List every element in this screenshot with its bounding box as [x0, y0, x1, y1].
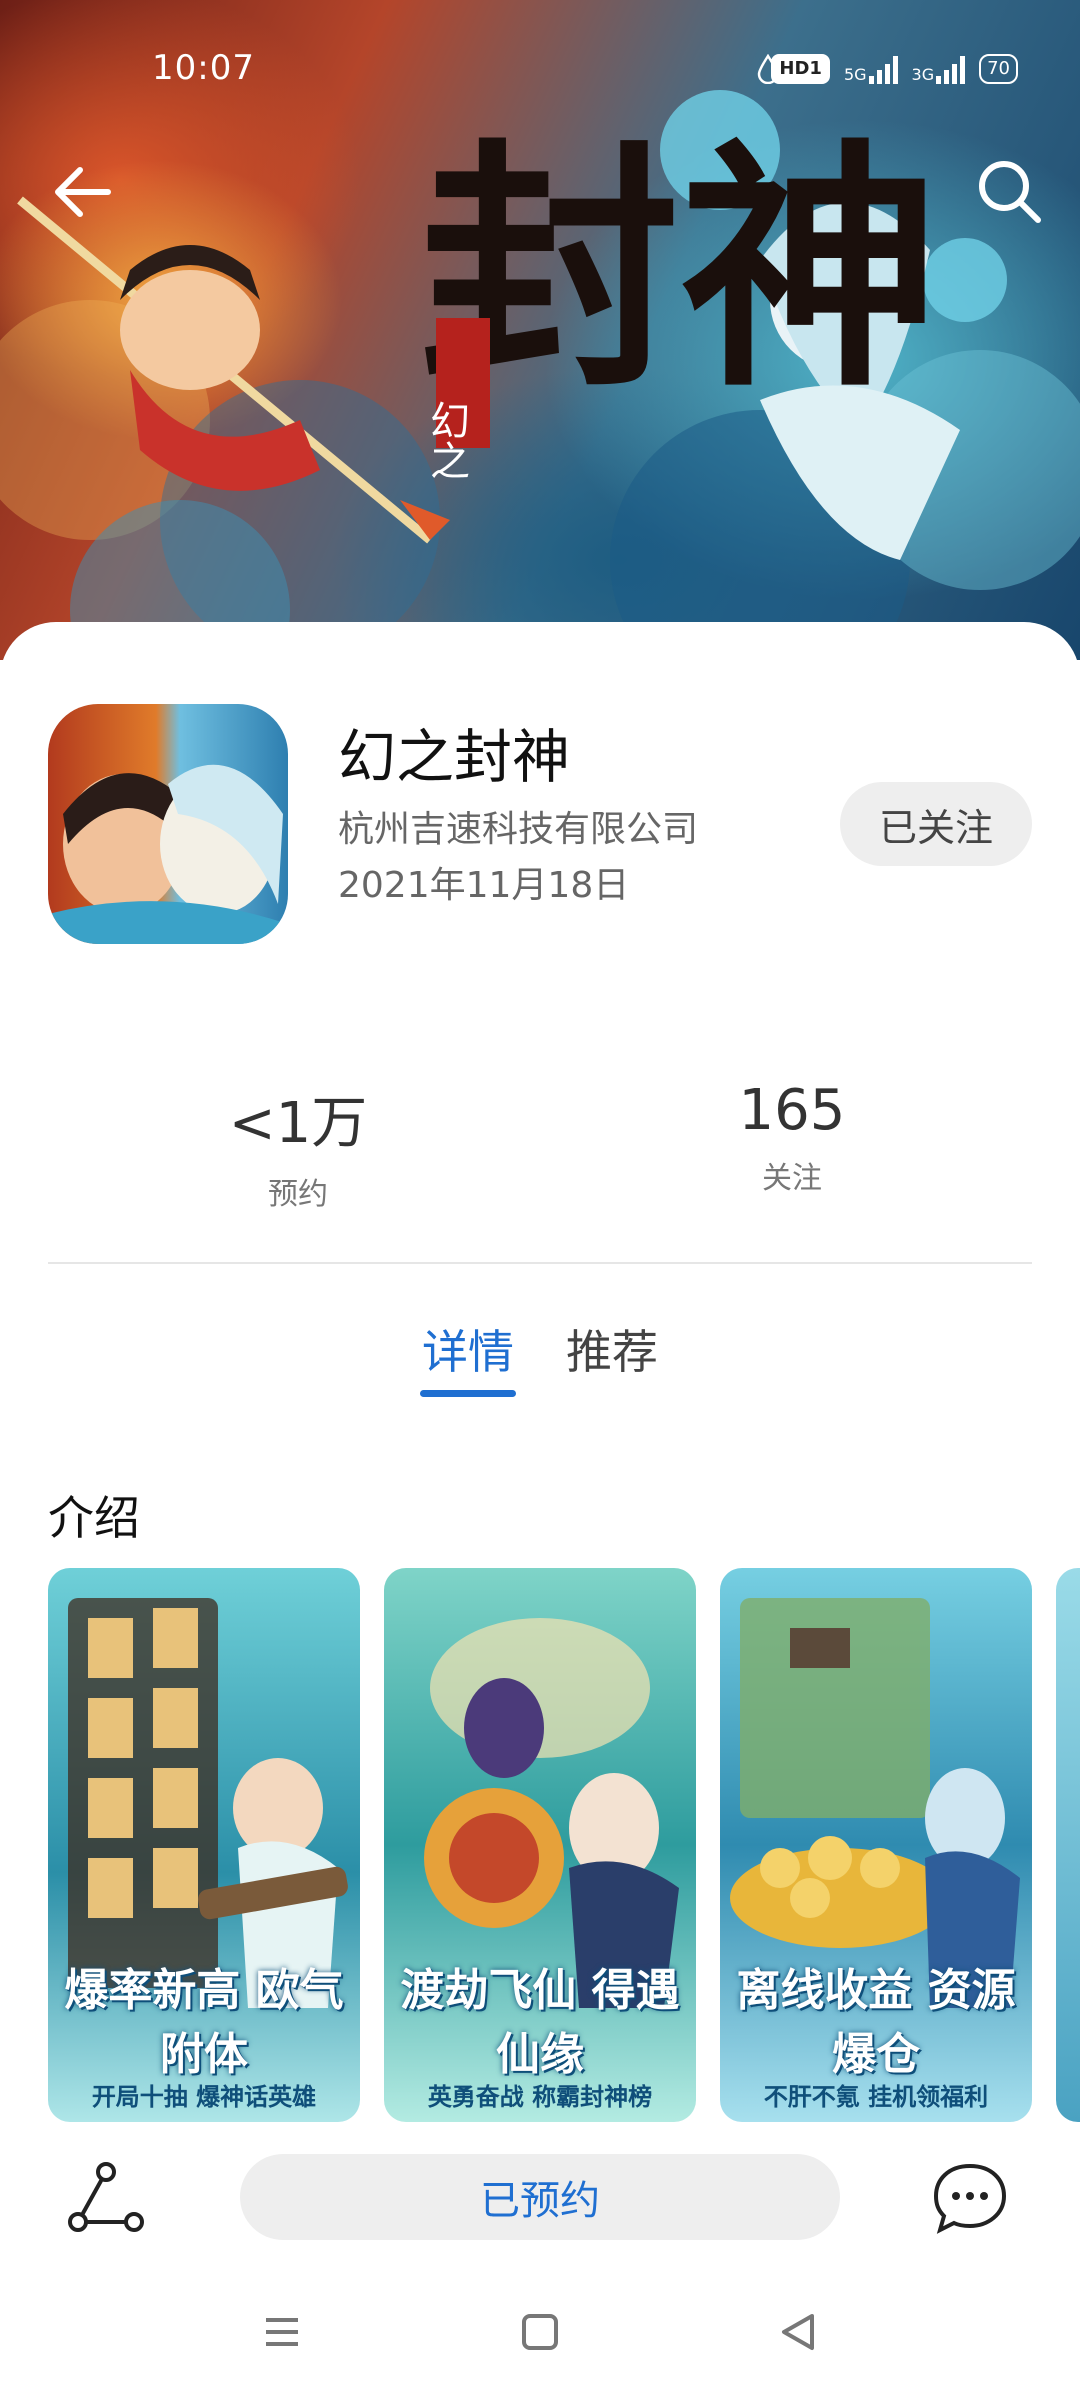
status-icons: HD1 5G 3G 70 — [757, 54, 1018, 84]
status-time: 10:07 — [152, 48, 255, 88]
stat-followers: 165 关注 — [642, 1078, 942, 1197]
back-arrow-icon[interactable] — [44, 152, 124, 232]
screenshot-3[interactable]: 离线收益 资源爆仓 不肝不氪 挂机领福利 — [720, 1568, 1032, 2122]
status-bar: 10:07 HD1 5G 3G 70 — [0, 0, 1080, 140]
battery-icon: 70 — [979, 54, 1018, 84]
app-developer[interactable]: 杭州吉速科技有限公司 — [338, 800, 698, 852]
stat-reservations: <1万 预约 — [148, 1078, 448, 1213]
search-icon[interactable] — [970, 152, 1050, 232]
hero-title-small: 幻之 — [423, 400, 469, 480]
back-triangle-icon[interactable] — [768, 2302, 828, 2362]
follow-button[interactable]: 已关注 — [840, 782, 1032, 866]
stat-reservations-label: 预约 — [268, 1177, 328, 1212]
screenshot-carousel[interactable]: 爆率新高 欧气附体 开局十抽 爆神话英雄 渡劫飞仙 得遇仙缘 英勇奋战 称霸封神… — [48, 1568, 1080, 2124]
screenshot-1-caption: 爆率新高 欧气附体 — [64, 1965, 344, 2080]
share-icon[interactable] — [68, 2160, 144, 2236]
app-name: 幻之封神 — [338, 723, 571, 791]
intro-section-title: 介绍 — [48, 1491, 140, 1545]
screenshot-3-sub: 不肝不氪 挂机领福利 — [763, 2083, 989, 2111]
comment-icon[interactable] — [930, 2158, 1010, 2238]
reserved-button[interactable]: 已预约 — [240, 2154, 840, 2240]
tab-recommend[interactable]: 推荐 — [566, 1316, 658, 1382]
stat-followers-value: 165 — [738, 1078, 846, 1143]
active-tab-indicator — [420, 1390, 516, 1397]
signal-5g-icon: 5G — [844, 54, 898, 84]
screenshot-2-sub: 英勇奋战 称霸封神榜 — [427, 2083, 653, 2111]
stat-reservations-value: <1万 — [228, 1091, 368, 1156]
stat-followers-label: 关注 — [762, 1161, 822, 1196]
screenshot-4-partial[interactable] — [1056, 1568, 1080, 2122]
divider — [48, 1262, 1032, 1264]
hero-banner: 封神 幻之 10:07 HD1 5G 3G 70 — [0, 0, 1080, 660]
screenshot-2-caption: 渡劫飞仙 得遇仙缘 — [400, 1965, 680, 2080]
home-icon[interactable] — [510, 2302, 570, 2362]
menu-icon[interactable] — [252, 2302, 312, 2362]
app-icon — [48, 704, 288, 944]
net2-label: 3G — [911, 65, 935, 84]
screenshot-2[interactable]: 渡劫飞仙 得遇仙缘 英勇奋战 称霸封神榜 — [384, 1568, 696, 2122]
screenshot-1-sub: 开局十抽 爆神话英雄 — [91, 2083, 317, 2111]
signal-3g-icon: 3G — [912, 54, 966, 84]
net1-label: 5G — [843, 65, 867, 84]
tab-details[interactable]: 详情 — [422, 1316, 514, 1382]
hero-title-art: 封神 — [420, 117, 940, 422]
hd-badge: HD1 — [771, 54, 830, 84]
screenshot-3-caption: 离线收益 资源爆仓 — [736, 1965, 1016, 2080]
screenshot-1[interactable]: 爆率新高 欧气附体 开局十抽 爆神话英雄 — [48, 1568, 360, 2122]
app-date: 2021年11月18日 — [338, 865, 630, 906]
